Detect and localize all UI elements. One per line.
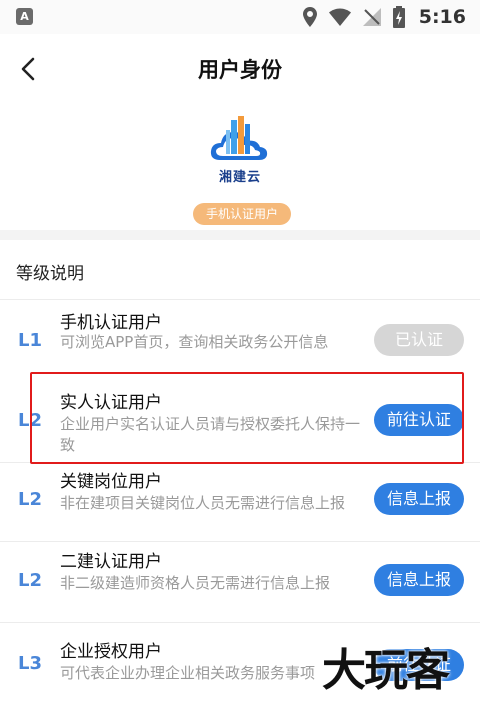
level-label: L1 [18,330,42,351]
level-name: 关键岗位用户 [60,472,162,492]
level-row-l1: L1 手机认证用户 可浏览APP首页，查询相关政务公开信息 已认证 [0,300,480,372]
level-name: 二建认证用户 [60,552,162,572]
page-title: 用户身份 [198,58,282,82]
section-title: 等级说明 [16,264,84,284]
watermark-text: 大玩客 [322,645,450,696]
level-desc: 非二级建造师资格人员无需进行信息上报 [60,574,331,592]
level-label: L3 [18,653,42,674]
level-row-l2-constructor: L2 二建认证用户 非二级建造师资格人员无需进行信息上报 信息上报 [0,542,480,622]
highlight-box [30,372,464,464]
logo-name: 湘建云 [218,170,261,185]
app-notification-icon: A [16,8,33,25]
level-name: 手机认证用户 [60,313,162,333]
level-label: L2 [18,570,42,591]
level-name: 企业授权用户 [60,642,162,662]
report-info-button[interactable]: 信息上报 [374,483,464,515]
section-gap [0,230,480,240]
level-desc: 非在建项目关键岗位人员无需进行信息上报 [60,494,346,512]
status-icons: 5:16 [302,5,466,29]
level-row-l2-key-post: L2 关键岗位用户 非在建项目关键岗位人员无需进行信息上报 信息上报 [0,463,480,541]
location-icon [302,7,317,27]
battery-charging-icon [392,6,405,28]
no-signal-icon [362,8,381,26]
report-info-button[interactable]: 信息上报 [374,564,464,596]
status-time: 5:16 [418,6,466,28]
status-bar: A 5:16 [0,0,480,34]
level-desc: 可浏览APP首页，查询相关政务公开信息 [60,333,329,351]
current-identity-badge: 手机认证用户 [193,203,291,225]
identity-header: 湘建云 手机认证用户 [0,104,480,230]
verified-button[interactable]: 已认证 [374,324,464,356]
nav-bar: 用户身份 [0,34,480,104]
wifi-icon [328,8,351,26]
level-label: L2 [18,489,42,510]
level-desc: 可代表企业办理企业相关政务服务事项 [60,664,316,682]
cloud-building-logo-icon [210,116,268,160]
